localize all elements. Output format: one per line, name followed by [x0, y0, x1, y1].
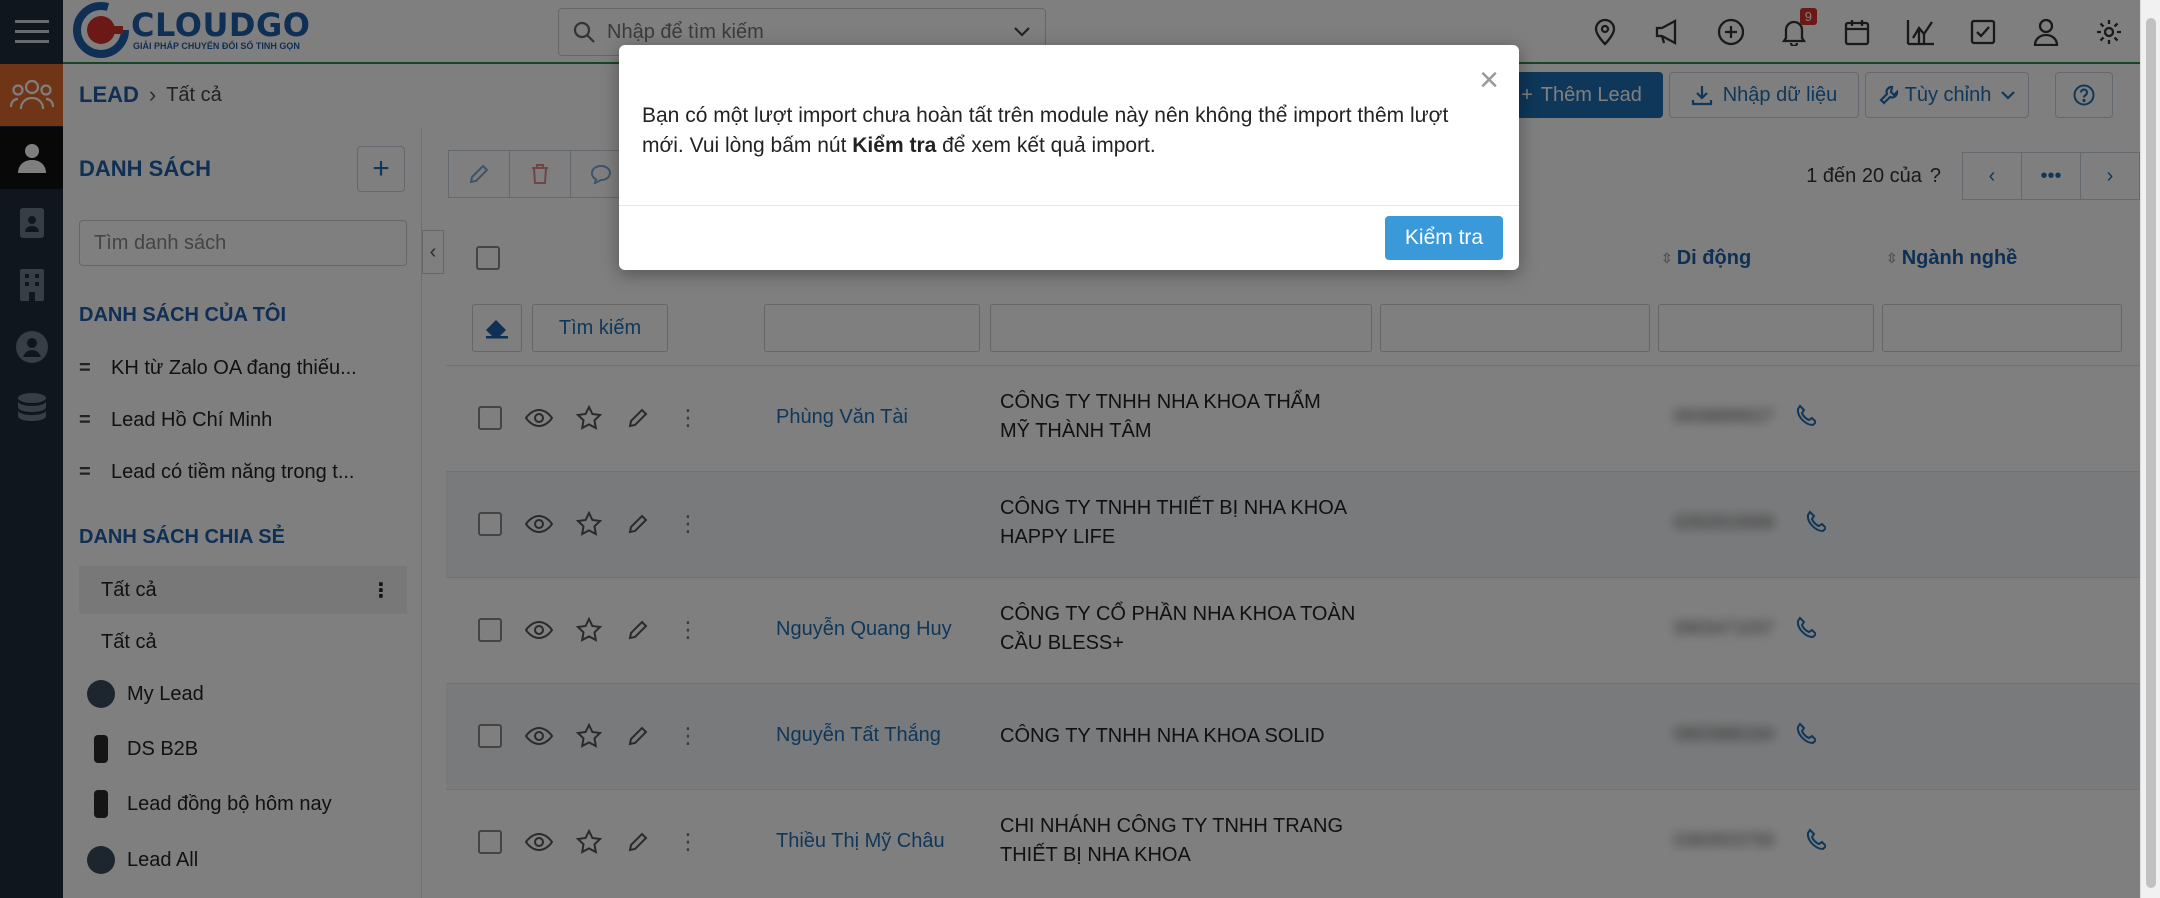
- page-scrollbar[interactable]: [2140, 0, 2160, 898]
- message-emphasis: Kiểm tra: [852, 134, 937, 157]
- import-warning-dialog: × Bạn có một lượt import chưa hoàn tất t…: [619, 45, 1519, 270]
- dialog-message: Bạn có một lượt import chưa hoàn tất trê…: [642, 101, 1472, 161]
- dialog-footer: Kiểm tra: [619, 205, 1519, 270]
- scrollbar-thumb[interactable]: [2146, 18, 2156, 888]
- check-button[interactable]: Kiểm tra: [1385, 216, 1503, 260]
- close-icon[interactable]: ×: [1479, 63, 1499, 97]
- check-button-label: Kiểm tra: [1404, 226, 1484, 249]
- message-text-end: để xem kết quả import.: [936, 134, 1156, 157]
